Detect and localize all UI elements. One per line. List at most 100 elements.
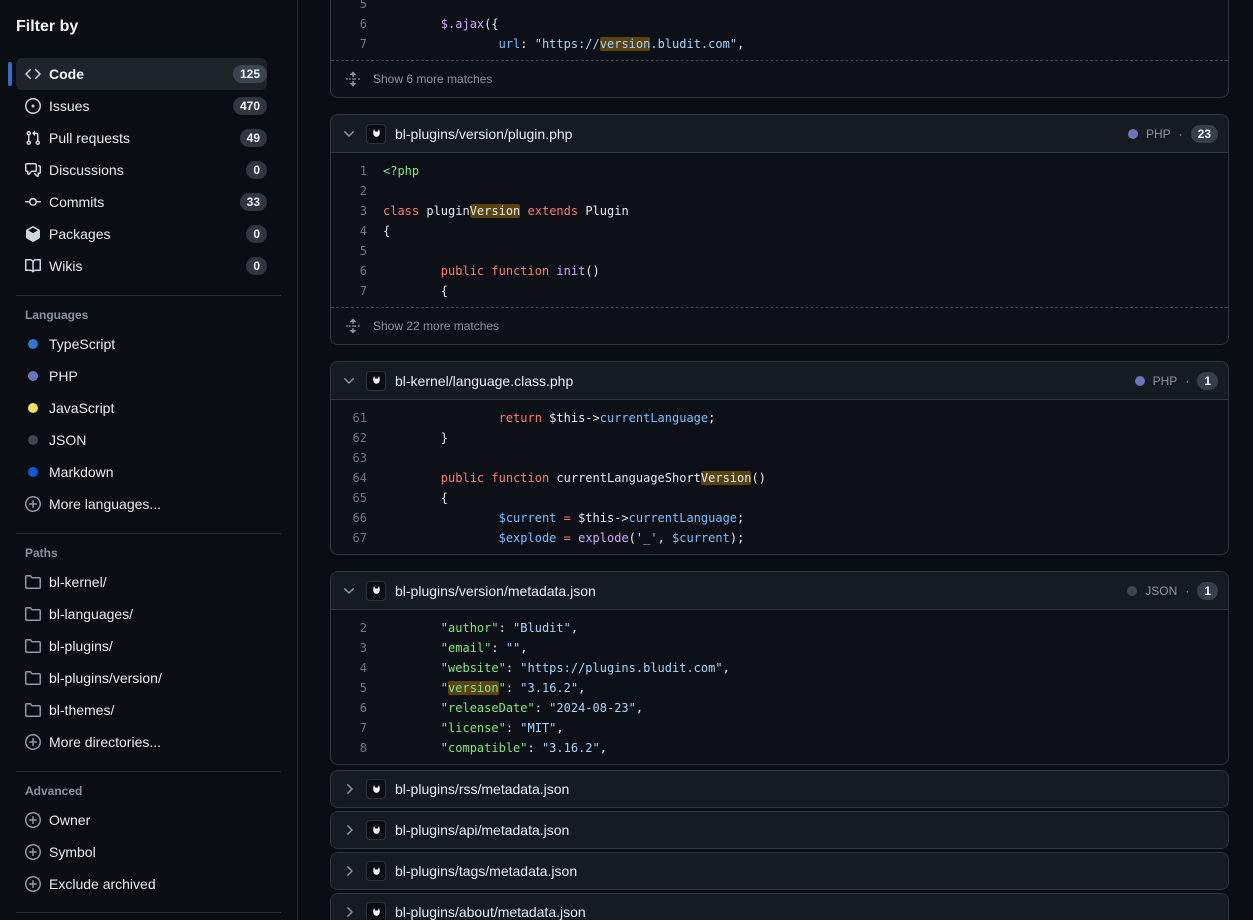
file-path-link[interactable]: bl-plugins/rss/metadata.json	[395, 781, 569, 797]
search-match-highlight: version	[600, 37, 651, 51]
code-token: ;	[737, 511, 744, 525]
line-number: 1	[339, 161, 367, 181]
more-directories-button[interactable]: More directories...	[16, 726, 267, 758]
chevron-right-icon[interactable]	[341, 863, 357, 879]
chevron-down-icon[interactable]	[341, 373, 357, 389]
chevron-right-icon[interactable]	[341, 904, 357, 920]
more-directories-label: More directories...	[49, 734, 161, 750]
nav-label: Code	[49, 66, 84, 82]
code-line: 8 "compatible": "3.16.2",	[331, 738, 1228, 758]
nav-label: Commits	[49, 194, 104, 210]
path-filter-bl-themes[interactable]: bl-themes/	[16, 694, 267, 726]
file-path-link[interactable]: bl-plugins/tags/metadata.json	[395, 863, 577, 879]
chevron-down-icon[interactable]	[341, 126, 357, 142]
sidebar-item-packages[interactable]: Packages0	[16, 218, 267, 250]
code-line: 66 $current = $this->currentLanguage;	[331, 508, 1228, 528]
count-badge: 470	[233, 97, 267, 115]
show-more-matches-button[interactable]: Show 6 more matches	[331, 60, 1228, 97]
match-count-badge: 23	[1191, 125, 1218, 143]
code-token: "3.16.2"	[520, 681, 578, 695]
search-match-highlight: Version	[470, 204, 521, 218]
line-number: 3	[339, 201, 367, 221]
language-badge: PHP	[1153, 374, 1178, 388]
line-number: 6	[339, 261, 367, 281]
file-result-header[interactable]: bl-plugins/version/plugin.phpPHP·23	[331, 115, 1228, 153]
more-languages-button[interactable]: More languages...	[16, 488, 267, 520]
code-token	[383, 661, 441, 675]
path-label: bl-languages/	[49, 606, 133, 622]
file-path-link[interactable]: bl-plugins/about/metadata.json	[395, 904, 586, 920]
show-more-matches-label: Show 22 more matches	[373, 319, 499, 333]
advanced-filter-symbol[interactable]: Symbol	[16, 836, 267, 868]
count-badge: 49	[240, 129, 267, 147]
file-result-header[interactable]: bl-plugins/tags/metadata.json	[331, 853, 1228, 889]
path-filter-bl-kernel[interactable]: bl-kernel/	[16, 566, 267, 598]
sidebar-item-discussions[interactable]: Discussions0	[16, 154, 267, 186]
language-filter-typescript[interactable]: TypeScript	[16, 328, 267, 360]
code-token: "compatible"	[441, 741, 528, 755]
file-result-header[interactable]: bl-plugins/about/metadata.json	[331, 894, 1228, 920]
file-path-link[interactable]: bl-plugins/version/plugin.php	[395, 126, 572, 142]
repo-avatar	[366, 581, 386, 601]
show-more-matches-button[interactable]: Show 22 more matches	[331, 307, 1228, 344]
sidebar-item-wikis[interactable]: Wikis0	[16, 250, 267, 282]
path-filter-bl-plugins[interactable]: bl-plugins/	[16, 630, 267, 662]
sidebar-item-pull-requests[interactable]: Pull requests49	[16, 122, 267, 154]
code-line: 5 "version": "3.16.2",	[331, 678, 1228, 698]
match-count-badge: 1	[1197, 372, 1218, 390]
code-token: $current	[672, 531, 730, 545]
path-label: bl-plugins/	[49, 638, 113, 654]
pull-request-icon	[25, 130, 41, 146]
path-filter-bl-plugins-version[interactable]: bl-plugins/version/	[16, 662, 267, 694]
repo-avatar	[366, 779, 386, 799]
file-path-link[interactable]: bl-kernel/language.class.php	[395, 373, 573, 389]
code-text: "compatible": "3.16.2",	[383, 738, 607, 758]
file-result-header[interactable]: bl-plugins/rss/metadata.json	[331, 771, 1228, 807]
search-match-highlight: Version	[701, 471, 752, 485]
language-filter-markdown[interactable]: Markdown	[16, 456, 267, 488]
advanced-list: OwnerSymbolExclude archived	[16, 804, 281, 900]
advanced-filter-exclude-archived[interactable]: Exclude archived	[16, 868, 267, 900]
code-token	[383, 721, 441, 735]
chevron-right-icon[interactable]	[341, 781, 357, 797]
code-token: ,	[737, 37, 744, 51]
code-line: 6 public function init()	[331, 261, 1228, 281]
languages-list: TypeScriptPHPJavaScriptJSONMarkdownMore …	[16, 328, 281, 520]
chevron-down-icon[interactable]	[341, 583, 357, 599]
code-text: "author": "Bludit",	[383, 618, 578, 638]
code-line: 2 "author": "Bludit",	[331, 618, 1228, 638]
advanced-filter-owner[interactable]: Owner	[16, 804, 267, 836]
line-number: 67	[339, 528, 367, 548]
sidebar-item-code[interactable]: Code125	[16, 58, 267, 90]
code-text: "releaseDate": "2024-08-23",	[383, 698, 643, 718]
file-result-header[interactable]: bl-plugins/version/metadata.jsonJSON·1	[331, 572, 1228, 610]
file-path-link[interactable]: bl-plugins/api/metadata.json	[395, 822, 569, 838]
language-filter-json[interactable]: JSON	[16, 424, 267, 456]
code-token: $this->	[571, 511, 629, 525]
nav-label: Discussions	[49, 162, 124, 178]
path-filter-bl-languages[interactable]: bl-languages/	[16, 598, 267, 630]
sidebar-title: Filter by	[16, 18, 281, 36]
code-token: ""	[506, 641, 520, 655]
chevron-right-icon[interactable]	[341, 822, 357, 838]
unfold-icon	[345, 318, 361, 334]
sidebar-item-commits[interactable]: Commits33	[16, 186, 267, 218]
advanced-heading: Advanced	[25, 784, 281, 798]
language-filter-javascript[interactable]: JavaScript	[16, 392, 267, 424]
file-result-header[interactable]: bl-kernel/language.class.phpPHP·1	[331, 362, 1228, 400]
code-token: return	[499, 411, 542, 425]
line-number: 7	[339, 34, 367, 54]
path-label: bl-themes/	[49, 702, 114, 718]
search-results: 56 $.ajax({7 url: "https://version.bludi…	[330, 0, 1229, 920]
sidebar-item-issues[interactable]: Issues470	[16, 90, 267, 122]
result-card: 56 $.ajax({7 url: "https://version.bludi…	[330, 0, 1229, 98]
paths-section: Paths bl-kernel/bl-languages/bl-plugins/…	[16, 533, 281, 758]
language-color-dot	[28, 467, 38, 477]
code-snippet: 1<?php23class pluginVersion extends Plug…	[331, 153, 1228, 307]
file-path-link[interactable]: bl-plugins/version/metadata.json	[395, 583, 596, 599]
file-result-header[interactable]: bl-plugins/api/metadata.json	[331, 812, 1228, 848]
plus-circle-icon	[25, 734, 41, 750]
code-token	[383, 264, 441, 278]
code-token: :	[499, 621, 513, 635]
language-filter-php[interactable]: PHP	[16, 360, 267, 392]
